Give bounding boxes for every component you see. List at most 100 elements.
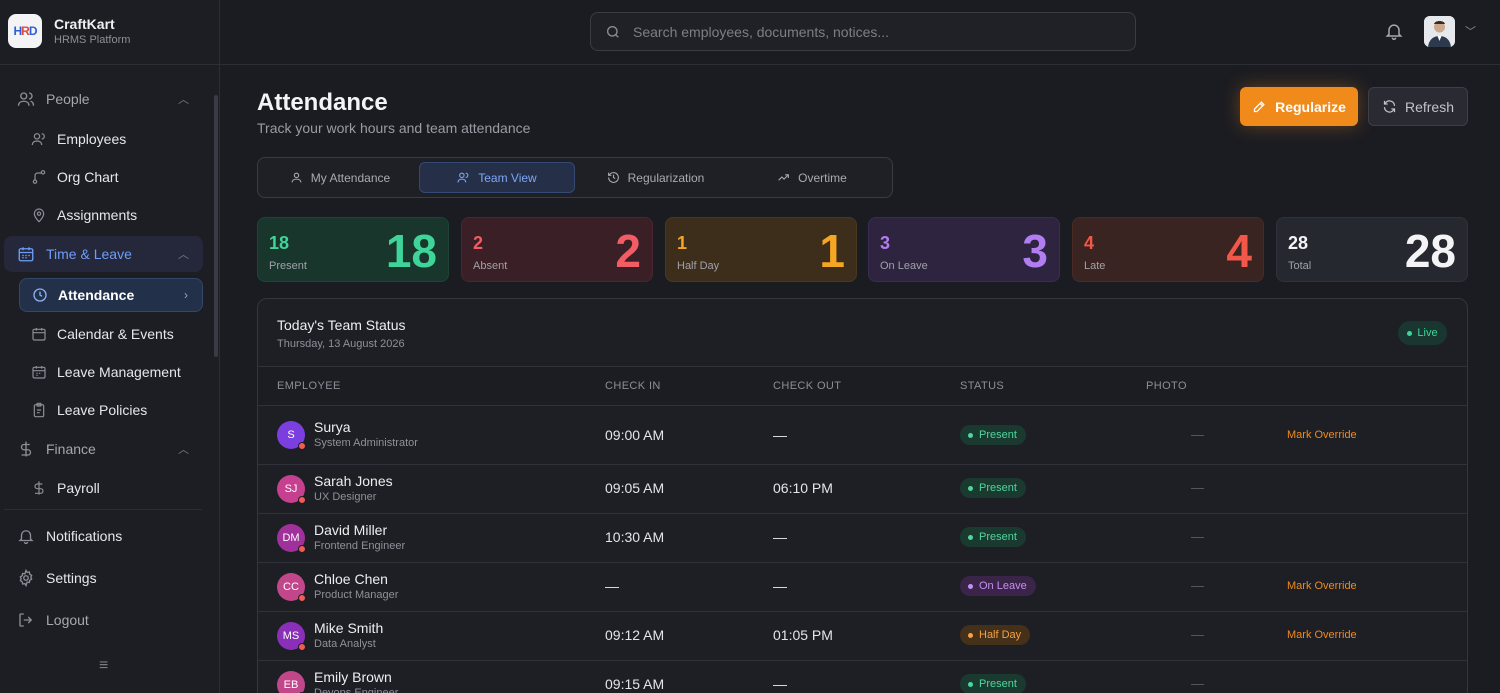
sidebar-item-settings[interactable]: Settings [4,560,203,596]
sidebar-section-finance[interactable]: Finance ︿ [4,431,203,467]
search-input[interactable] [633,13,1113,50]
mark-override-link[interactable]: Mark Override [1287,429,1357,441]
stat-value-large: 3 [1022,225,1048,277]
stat-label: Total [1288,260,1312,272]
sidebar-item-label: Leave Policies [57,402,148,418]
check-out-time: — [773,529,787,545]
sidebar-section-people[interactable]: People ︿ [4,81,203,117]
sidebar-item-label: Notifications [46,528,123,544]
regularize-button[interactable]: Regularize [1240,87,1358,126]
check-in-time: 09:15 AM [605,676,665,692]
column-header-employee[interactable]: EMPLOYEE [277,380,341,392]
history-icon [607,172,619,183]
search-icon [607,26,619,38]
dollar-icon [31,480,47,496]
status-badge: Present [960,425,1026,445]
sidebar-item-employees[interactable]: Employees [19,122,203,156]
chevron-down-icon[interactable]: ﹀ [1465,23,1476,39]
live-label: Live [1417,327,1438,339]
check-out-time: 06:10 PM [773,480,833,496]
tab-team-view[interactable]: Team View [419,162,575,193]
users-icon [31,131,47,147]
column-header-check-in[interactable]: CHECK IN [605,380,661,392]
sidebar-item-payroll[interactable]: Payroll [19,471,203,505]
team-status-panel: Today's Team Status Thursday, 13 August … [257,298,1468,693]
user-icon [291,172,302,183]
page-subtitle: Track your work hours and team attendanc… [257,120,531,136]
table-row[interactable]: MS Mike Smith Data Analyst 09:12 AM 01:0… [258,612,1467,661]
stat-card-on-leave: 3 On Leave 3 [868,217,1060,282]
sidebar-item-org-chart[interactable]: Org Chart [19,160,203,194]
sidebar-item-label: Payroll [57,480,100,496]
stat-value-small: 2 [473,233,484,253]
sidebar: HRD CraftKart HRMS Platform People ︿ Emp… [0,0,220,693]
brand[interactable]: HRD CraftKart HRMS Platform [8,14,130,48]
employee-role: UX Designer [314,491,377,503]
column-header-status[interactable]: STATUS [960,380,1004,392]
sidebar-item-attendance[interactable]: Attendance › [19,278,203,312]
column-header-check-out[interactable]: CHECK OUT [773,380,841,392]
sidebar-item-leave-policies[interactable]: Leave Policies [19,393,203,427]
sidebar-item-calendar-events[interactable]: Calendar & Events [19,317,203,351]
photo-placeholder: — [1191,427,1204,442]
table-row[interactable]: SJ Sarah Jones UX Designer 09:05 AM 06:1… [258,465,1467,514]
column-header-photo[interactable]: PHOTO [1146,380,1187,392]
check-in-time: 09:12 AM [605,627,665,643]
photo-placeholder: — [1191,676,1204,691]
check-in-time: 09:05 AM [605,480,665,496]
status-badge: Present [960,674,1026,693]
sidebar-divider [0,64,219,65]
sidebar-item-assignments[interactable]: Assignments [19,198,203,232]
table-row[interactable]: DM David Miller Frontend Engineer 10:30 … [258,514,1467,563]
sidebar-item-label: Assignments [57,207,138,223]
employee-name: David Miller [314,522,388,538]
panel-title: Today's Team Status [277,317,406,333]
mark-override-link[interactable]: Mark Override [1287,580,1357,592]
table-header: EMPLOYEE CHECK IN CHECK OUT STATUS PHOTO [258,366,1467,406]
tab-overtime[interactable]: Overtime [736,162,888,193]
refresh-button[interactable]: Refresh [1368,87,1468,126]
stat-card-present: 18 Present 18 [257,217,449,282]
logout-icon [17,611,35,629]
employee-name: Emily Brown [314,669,392,685]
pencil-icon [1253,101,1265,113]
user-avatar[interactable] [1424,16,1455,47]
sidebar-item-leave-management[interactable]: Leave Management [19,355,203,389]
sidebar-item-logout[interactable]: Logout [4,602,203,638]
sidebar-item-label: Org Chart [57,169,119,185]
stat-value-large: 4 [1226,225,1252,277]
tab-label: Team View [478,170,537,185]
employee-role: System Administrator [314,437,418,449]
mark-override-link[interactable]: Mark Override [1287,629,1357,641]
table-row[interactable]: S Surya System Administrator 09:00 AM — … [258,406,1467,465]
tab-regularization[interactable]: Regularization [578,162,733,193]
sidebar-section-label: Finance [46,441,96,457]
photo-placeholder: — [1191,529,1204,544]
calendar-days-icon [31,364,47,380]
sidebar-section-time-leave[interactable]: Time & Leave ︿ [4,236,203,272]
calendar-icon [17,245,35,263]
stat-value-small: 3 [880,233,891,253]
status-dot [298,545,306,553]
calendar-icon [31,326,47,342]
live-badge: Live [1398,321,1447,345]
regularize-label: Regularize [1275,98,1346,115]
tab-my-attendance[interactable]: My Attendance [264,162,416,193]
sidebar-scrollbar[interactable] [214,95,218,357]
sidebar-item-notifications[interactable]: Notifications [4,518,203,554]
stat-value-large: 28 [1404,225,1456,277]
bell-icon [17,527,35,545]
check-in-time: — [605,578,619,594]
sidebar-item-label: Attendance [58,287,135,303]
status-dot [298,643,306,651]
users-icon [457,172,469,183]
sidebar-section-label: Time & Leave [46,246,132,262]
status-dot [298,496,306,504]
menu-icon[interactable]: ≡ [99,657,108,675]
bell-icon[interactable] [1384,21,1404,41]
table-row[interactable]: EB Emily Brown Devops Engineer 09:15 AM … [258,661,1467,693]
avatar: CC [277,573,306,602]
sidebar-divider [4,509,202,510]
table-row[interactable]: CC Chloe Chen Product Manager — — On Lea… [258,563,1467,612]
search-box[interactable] [590,12,1136,51]
